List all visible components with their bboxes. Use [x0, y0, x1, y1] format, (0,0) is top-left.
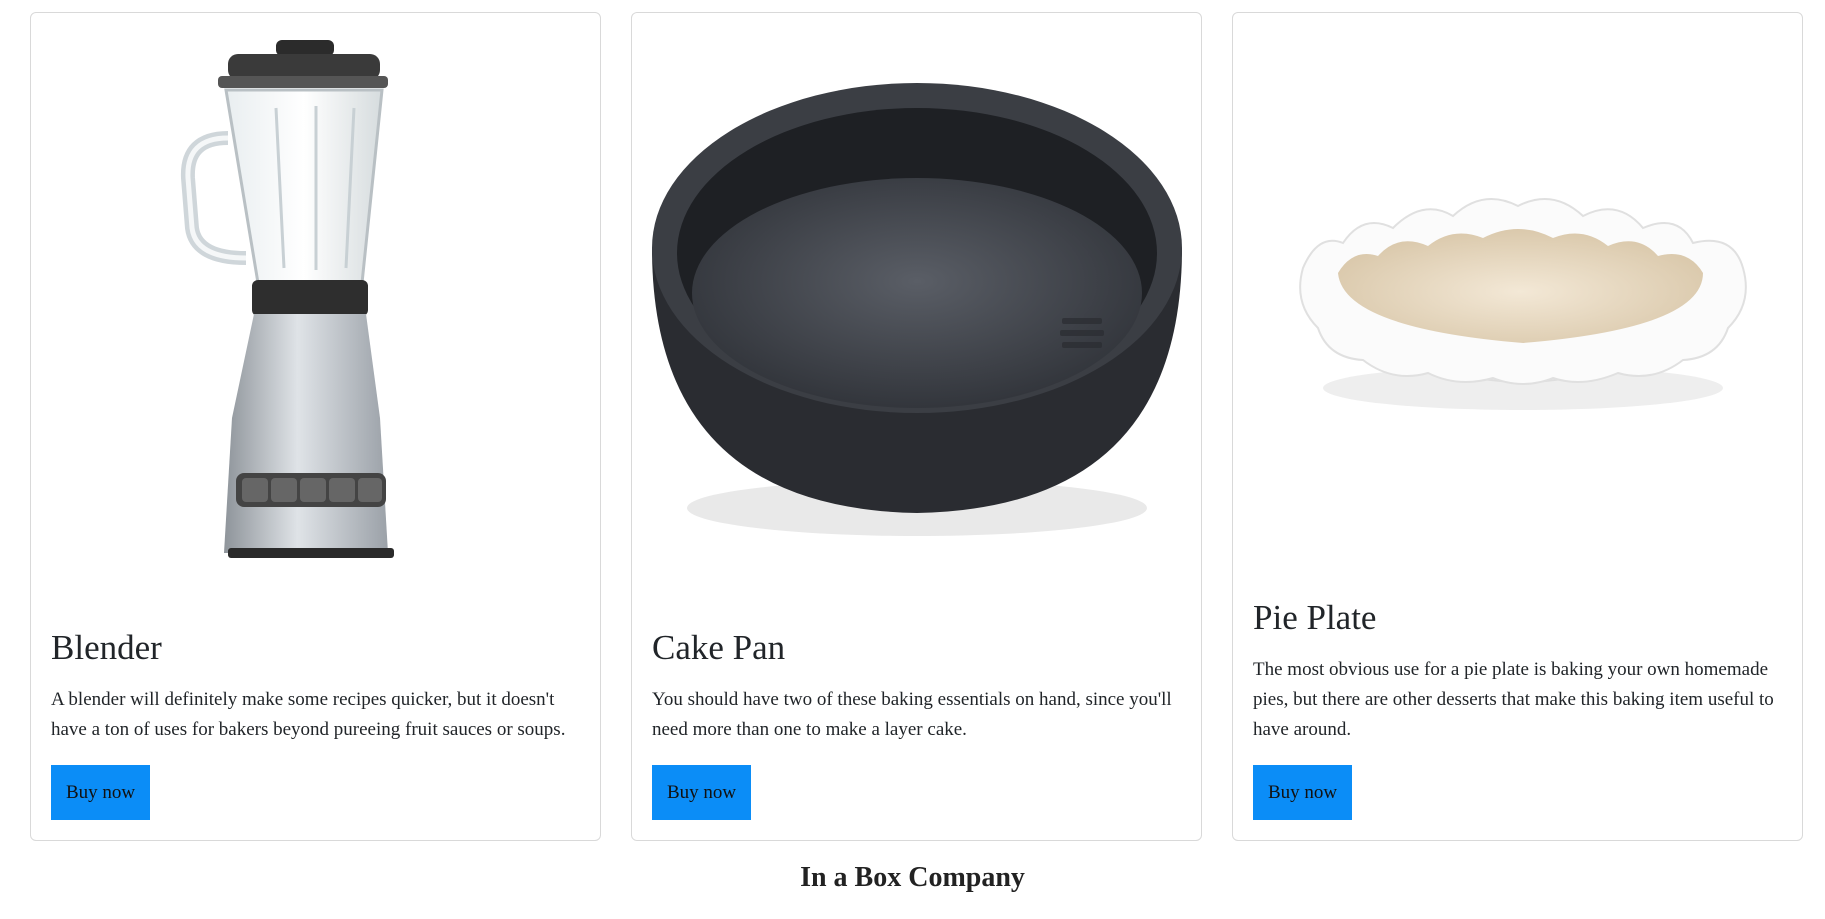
- product-card-blender: Blender A blender will definitely make s…: [30, 12, 601, 841]
- product-description: You should have two of these baking esse…: [652, 689, 1172, 740]
- card-body: Blender A blender will definitely make s…: [51, 627, 580, 820]
- page: Blender A blender will definitely make s…: [0, 0, 1825, 919]
- buy-now-button[interactable]: Buy now: [1253, 765, 1353, 820]
- product-card-cake-pan: Cake Pan You should have two of these ba…: [631, 12, 1202, 841]
- product-title: Blender: [51, 628, 162, 667]
- footer-company-name: In a Box Company: [800, 862, 1025, 893]
- product-description: The most obvious use for a pie plate is …: [1253, 659, 1774, 740]
- product-cards: Blender A blender will definitely make s…: [30, 12, 1803, 841]
- product-card-pie-plate: Pie Plate The most obvious use for a pie…: [1232, 12, 1803, 841]
- product-description: A blender will definitely make some reci…: [51, 689, 566, 740]
- card-body: Cake Pan You should have two of these ba…: [652, 627, 1181, 820]
- cake-pan-image: [632, 13, 1201, 583]
- product-title: Cake Pan: [652, 628, 786, 667]
- pie-plate-image: [1233, 13, 1802, 583]
- buy-now-button[interactable]: Buy now: [51, 765, 151, 820]
- product-title: Pie Plate: [1253, 598, 1377, 637]
- blender-image: [31, 13, 600, 583]
- buy-now-button[interactable]: Buy now: [652, 765, 752, 820]
- card-body: Pie Plate The most obvious use for a pie…: [1253, 597, 1782, 820]
